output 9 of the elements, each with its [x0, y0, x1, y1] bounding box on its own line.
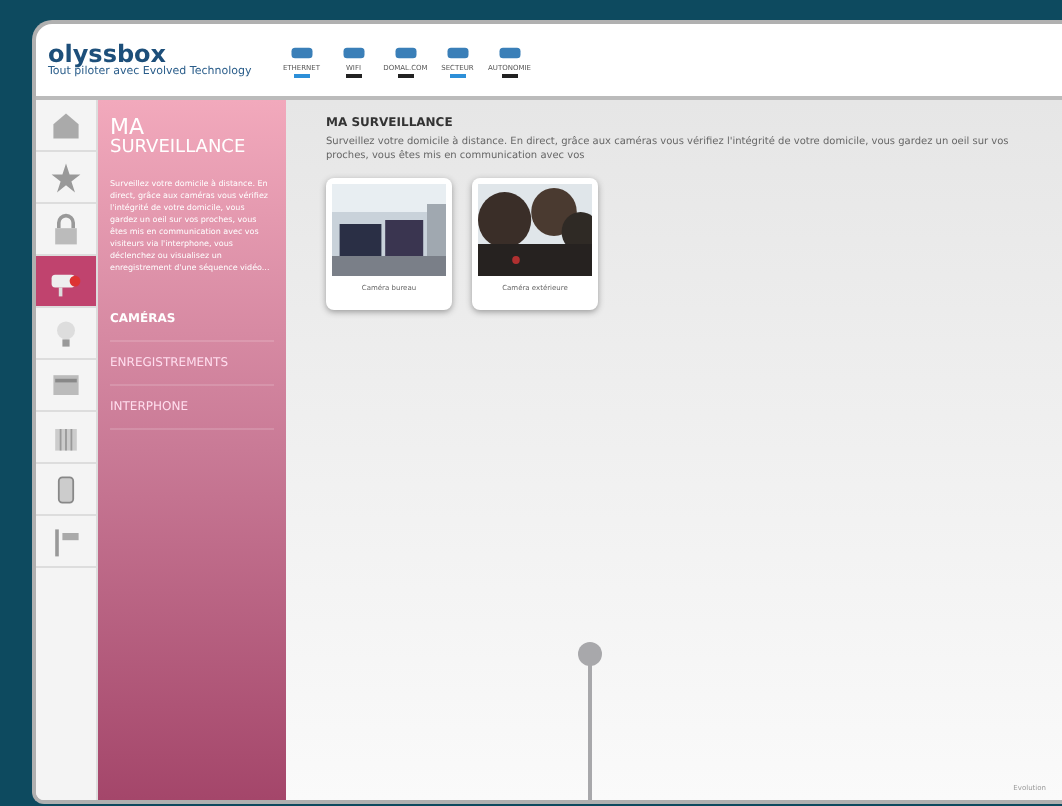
- status-icon: [339, 43, 368, 61]
- status-icon: [391, 43, 420, 61]
- status-icon: [495, 43, 524, 61]
- section-title: MA SURVEILLANCE: [110, 116, 248, 158]
- status-icon: [443, 43, 472, 61]
- camera-button[interactable]: [36, 256, 96, 308]
- brand-logo: olyssbox: [48, 42, 167, 66]
- status-icon: [287, 43, 316, 61]
- star-icon: [48, 159, 84, 195]
